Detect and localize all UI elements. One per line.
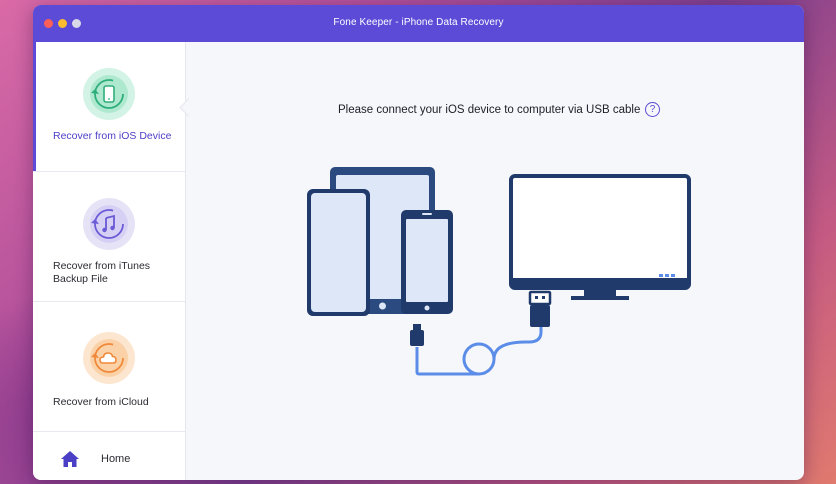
home-label: Home — [101, 453, 131, 465]
usb-cable-illustration — [415, 327, 543, 376]
iphone-illustration — [401, 210, 453, 314]
sidebar: Recover from iOS Device Recover from iTu… — [33, 42, 186, 480]
help-icon[interactable]: ? — [645, 102, 660, 117]
sidebar-item-label: Recover from iOS Device — [53, 130, 172, 142]
title-bar[interactable]: Fone Keeper - iPhone Data Recovery — [33, 5, 804, 42]
home-icon — [61, 451, 79, 467]
home-button[interactable]: Home — [33, 439, 186, 480]
sidebar-item-itunes-backup[interactable]: Recover from iTunes Backup File — [33, 172, 186, 302]
sidebar-item-ios-device[interactable]: Recover from iOS Device — [33, 42, 186, 172]
sidebar-item-label: Recover from iTunes Backup File — [53, 260, 151, 285]
lightning-connector-illustration — [410, 324, 424, 346]
connect-instruction: Please connect your iOS device to comput… — [338, 104, 641, 116]
main-panel: Please connect your iOS device to comput… — [186, 42, 804, 480]
window-title: Fone Keeper - iPhone Data Recovery — [333, 17, 504, 28]
usb-connector-illustration — [528, 290, 552, 327]
music-restore-icon — [83, 198, 135, 250]
phone-restore-icon — [83, 68, 135, 120]
monitor-illustration — [509, 174, 691, 300]
app-window: Fone Keeper - iPhone Data Recovery Recov… — [33, 5, 804, 480]
device-connection-illustration — [307, 167, 691, 376]
sidebar-item-icloud[interactable]: Recover from iCloud — [33, 302, 186, 432]
phone-large-illustration — [307, 189, 370, 316]
sidebar-item-label: Recover from iCloud — [53, 396, 149, 408]
cloud-restore-icon — [83, 332, 135, 384]
